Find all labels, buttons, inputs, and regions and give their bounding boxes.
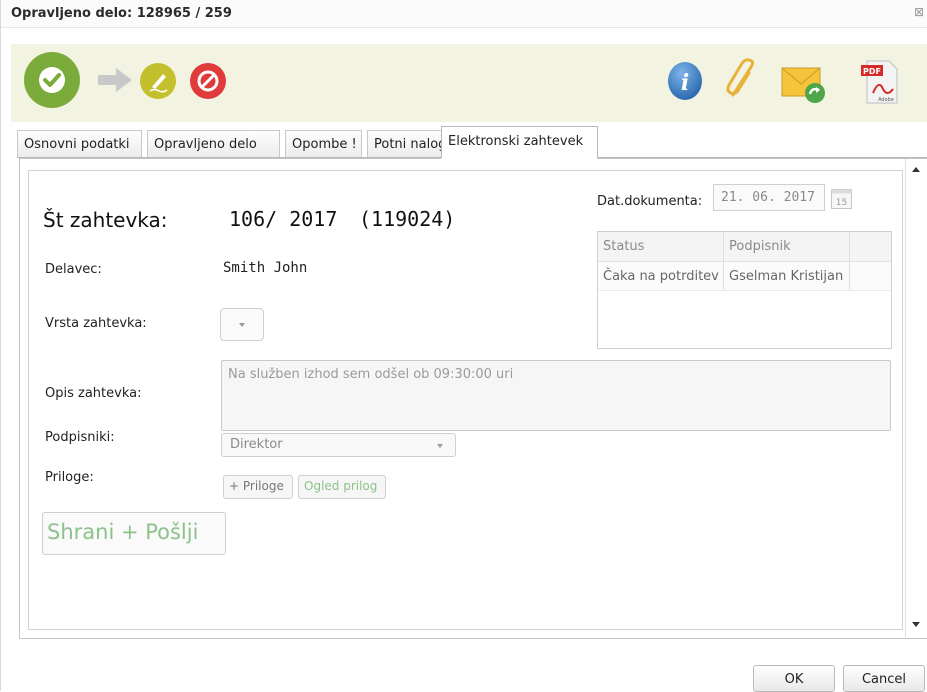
signers-label: Podpisniki: bbox=[45, 430, 115, 445]
doc-date-input[interactable]: 21. 06. 2017 bbox=[713, 184, 825, 211]
svg-text:Adobe: Adobe bbox=[878, 97, 894, 103]
svg-text:15: 15 bbox=[836, 198, 847, 208]
tab-bar: Osnovni podatki Opravljeno delo Opombe !… bbox=[17, 126, 927, 159]
attachments-label: Priloge: bbox=[45, 470, 94, 485]
cancel-button[interactable]: Cancel bbox=[843, 665, 925, 692]
calendar-icon[interactable]: 15 bbox=[830, 186, 853, 210]
description-label: Opis zahtevka: bbox=[45, 386, 142, 401]
request-type-label: Vrsta zahtevka: bbox=[45, 316, 147, 331]
grid-header-status[interactable]: Status bbox=[598, 232, 724, 261]
request-type-select[interactable] bbox=[220, 308, 264, 341]
grid-cell-status: Čaka na potrditev bbox=[598, 262, 724, 291]
request-number-value: 106/ 2017 bbox=[229, 207, 338, 231]
window-title: Opravljeno delo: 128965 / 259 bbox=[11, 6, 232, 21]
ok-button[interactable]: OK bbox=[753, 665, 835, 692]
table-row[interactable]: Čaka na potrditev Gselman Kristijan bbox=[598, 262, 891, 291]
tab-opombe[interactable]: Opombe ! bbox=[285, 130, 362, 158]
pdf-adobe-icon[interactable]: PDF Adobe bbox=[859, 59, 899, 105]
scroll-up-arrow-icon[interactable] bbox=[912, 167, 920, 172]
scroll-down-arrow-icon[interactable] bbox=[912, 622, 920, 627]
title-bar: Opravljeno delo: 128965 / 259 ⊠ bbox=[1, 0, 927, 28]
request-number-label: Št zahtevka: bbox=[43, 208, 168, 232]
chevron-down-icon bbox=[437, 444, 443, 448]
svg-text:PDF: PDF bbox=[863, 67, 881, 76]
tab-elektronski-zahtevek[interactable]: Elektronski zahtevek bbox=[441, 126, 598, 159]
add-attachment-button[interactable]: + Priloge bbox=[223, 475, 293, 499]
svg-text:i: i bbox=[681, 70, 689, 96]
tab-potni-nalog[interactable]: Potni nalog bbox=[367, 130, 450, 158]
worker-value: Smith John bbox=[223, 260, 308, 276]
tab-opravljeno-delo[interactable]: Opravljeno delo bbox=[147, 130, 280, 158]
action-toolbar: i PDF Adobe bbox=[11, 44, 927, 122]
reject-stop-icon[interactable] bbox=[189, 62, 227, 100]
doc-date-label: Dat.dokumenta: bbox=[597, 194, 703, 209]
sign-pen-icon[interactable] bbox=[139, 62, 177, 100]
chevron-down-icon bbox=[239, 323, 245, 327]
dialog-window: Opravljeno delo: 128965 / 259 ⊠ i PDF Ad… bbox=[0, 0, 927, 692]
signers-select-value: Direktor bbox=[230, 437, 283, 452]
attachment-paperclip-icon[interactable] bbox=[723, 57, 761, 103]
grid-cell-signer: Gselman Kristijan bbox=[724, 262, 850, 291]
request-id-value: (119024) bbox=[359, 207, 456, 231]
arrow-right-icon bbox=[98, 68, 132, 92]
grid-header: Status Podpisnik bbox=[598, 232, 891, 262]
vertical-scrollbar[interactable] bbox=[905, 159, 927, 637]
description-textarea[interactable]: Na služben izhod sem odšel ob 09:30:00 u… bbox=[221, 360, 891, 431]
view-attachments-button[interactable]: Ogled prilog bbox=[298, 475, 386, 499]
signers-status-grid: Status Podpisnik Čaka na potrditev Gselm… bbox=[597, 231, 892, 349]
confirm-check-icon[interactable] bbox=[23, 51, 81, 109]
worker-label: Delavec: bbox=[45, 262, 102, 277]
save-send-button[interactable]: Shrani + Pošlji bbox=[42, 512, 226, 555]
tab-osnovni-podatki[interactable]: Osnovni podatki bbox=[17, 130, 142, 158]
info-icon[interactable]: i bbox=[666, 61, 704, 101]
close-icon[interactable]: ⊠ bbox=[912, 5, 926, 19]
signers-select[interactable]: Direktor bbox=[221, 433, 456, 457]
grid-header-signer[interactable]: Podpisnik bbox=[724, 232, 850, 261]
mail-reply-icon[interactable] bbox=[781, 64, 827, 104]
